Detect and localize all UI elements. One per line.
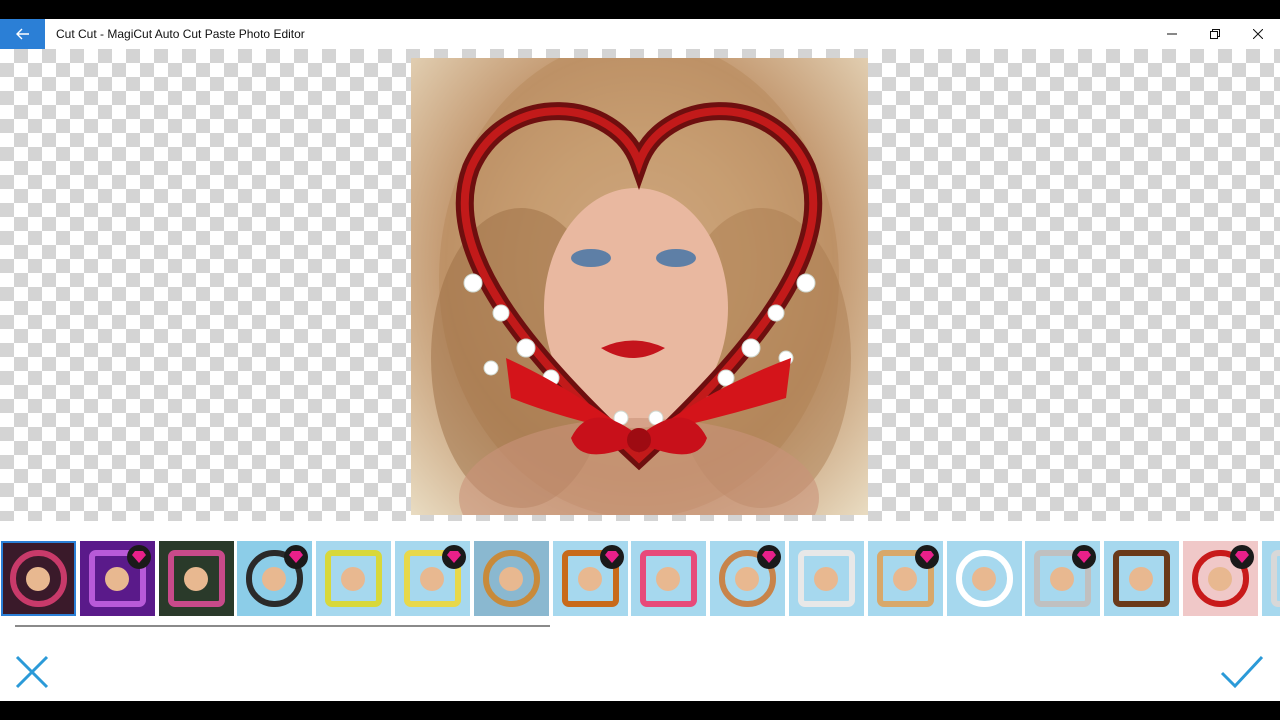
frame-preview-image — [10, 550, 67, 607]
frame-thumbnail[interactable] — [1, 541, 76, 616]
diamond-icon — [914, 545, 939, 569]
frame-thumbnail[interactable] — [1261, 541, 1280, 616]
title-bar: Cut Cut - MagiCut Auto Cut Paste Photo E… — [0, 19, 1280, 49]
restore-button[interactable] — [1192, 19, 1238, 49]
frame-preview-image — [167, 550, 225, 607]
diamond-icon — [599, 545, 624, 569]
cancel-button[interactable] — [8, 648, 56, 696]
frame-thumbnail[interactable] — [946, 541, 1022, 616]
frame-thumbnail[interactable] — [789, 541, 864, 616]
horizontal-scrollbar[interactable] — [15, 625, 550, 627]
frame-thumbnail[interactable] — [316, 541, 392, 616]
frame-preview-image — [798, 550, 855, 607]
diamond-icon — [442, 545, 466, 569]
x-icon — [15, 655, 49, 689]
frame-thumbnail[interactable] — [237, 541, 313, 616]
photo-preview[interactable] — [411, 58, 868, 515]
diamond-icon — [757, 545, 782, 569]
frame-thumbnail[interactable] — [1183, 541, 1258, 616]
bottom-black-bar — [0, 701, 1280, 720]
frame-preview-image — [1113, 550, 1171, 607]
frame-preview-image — [482, 550, 540, 607]
frame-thumbnail[interactable] — [552, 541, 628, 616]
close-button[interactable] — [1235, 19, 1280, 49]
frame-preview-image — [640, 550, 698, 607]
top-black-bar — [0, 0, 1280, 19]
frame-thumbnail[interactable] — [158, 541, 234, 616]
window-title: Cut Cut - MagiCut Auto Cut Paste Photo E… — [56, 27, 305, 41]
frame-thumbnail[interactable] — [1104, 541, 1180, 616]
minimize-button[interactable] — [1149, 19, 1195, 49]
minimize-icon — [1167, 33, 1177, 35]
diamond-icon — [1230, 545, 1254, 569]
frame-thumbnail[interactable] — [79, 541, 155, 616]
restore-icon — [1210, 29, 1220, 39]
checkmark-icon — [1220, 655, 1264, 689]
close-icon — [1253, 29, 1263, 39]
framed-photo-image — [431, 58, 851, 515]
arrow-left-icon — [15, 28, 29, 40]
frame-preview-image — [325, 550, 383, 607]
frame-thumbnail[interactable] — [1025, 541, 1101, 616]
confirm-button[interactable] — [1218, 648, 1266, 696]
frame-preview-image — [955, 550, 1013, 607]
frame-thumbnail[interactable] — [395, 541, 470, 616]
back-button[interactable] — [0, 19, 45, 49]
frame-preview-image — [1270, 550, 1280, 607]
editor-canvas[interactable] — [0, 49, 1280, 521]
frame-thumbnail[interactable] — [867, 541, 943, 616]
frame-thumbnail[interactable] — [473, 541, 549, 616]
frame-thumbnail[interactable] — [631, 541, 707, 616]
frame-thumbnail-list[interactable] — [0, 541, 1280, 617]
diamond-icon — [126, 545, 151, 569]
frame-thumbnail[interactable] — [710, 541, 786, 616]
frame-strip-panel — [0, 521, 1280, 701]
